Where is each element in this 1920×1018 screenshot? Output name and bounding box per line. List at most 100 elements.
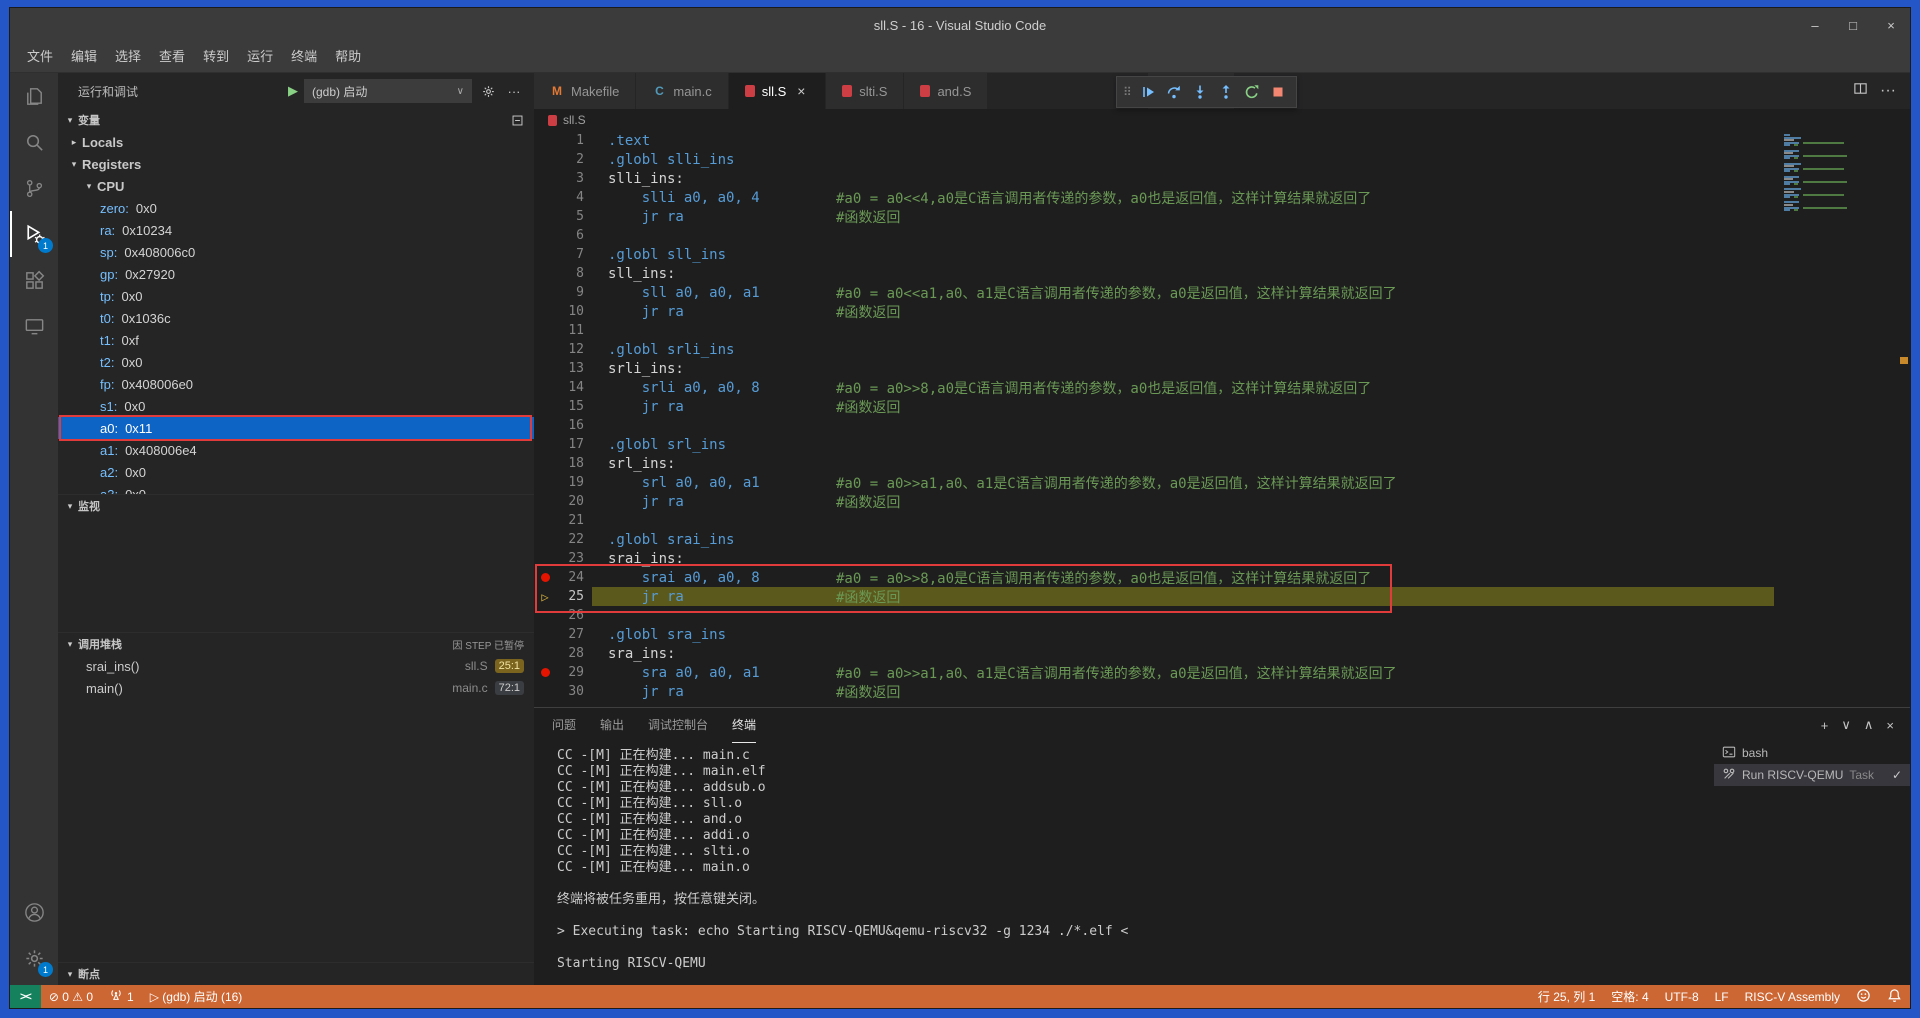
breakpoint-icon[interactable] <box>540 573 550 582</box>
debug-settings-gear-icon[interactable] <box>478 84 498 99</box>
code-line[interactable]: 24 srai a0, a0, 8 #a0 = a0>>8,a0是C语言调用者传递… <box>534 568 1910 587</box>
status-eol[interactable]: LF <box>1707 985 1737 1008</box>
code-line[interactable]: 23 srai_ins: <box>534 549 1910 568</box>
more-actions-icon[interactable]: ··· <box>1880 82 1896 100</box>
tree-item-cpu[interactable]: ▾ CPU <box>58 175 534 197</box>
code-line[interactable]: 17 .globl srl_ins <box>534 435 1910 454</box>
account-icon[interactable] <box>10 889 58 935</box>
gutter[interactable] <box>534 321 556 340</box>
code-line[interactable]: 2 .globl slli_ins <box>534 150 1910 169</box>
register-zero[interactable]: zero: 0x0 <box>58 197 534 219</box>
menu-item[interactable]: 帮助 <box>326 46 370 68</box>
breakpoint-icon[interactable] <box>540 668 550 677</box>
code-line[interactable]: ▷ 25 jr ra #函数返回 <box>534 587 1910 606</box>
code-line[interactable]: 29 sra a0, a0, a1 #a0 = a0>>a1,a0、a1是C语言调… <box>534 663 1910 682</box>
code-line[interactable]: 1 .text <box>534 131 1910 150</box>
gutter[interactable] <box>534 682 556 701</box>
tab-and.S[interactable]: and.S <box>904 73 989 109</box>
gutter[interactable] <box>534 188 556 207</box>
status-cursor-position[interactable]: 行 25, 列 1 <box>1530 985 1603 1008</box>
breadcrumb[interactable]: sll.S <box>534 109 1910 131</box>
more-actions-icon[interactable]: ··· <box>504 84 524 99</box>
gutter[interactable] <box>534 397 556 416</box>
register-a0[interactable]: a0: 0x11 <box>58 415 534 441</box>
code-line[interactable]: 20 jr ra #函数返回 <box>534 492 1910 511</box>
code-line[interactable]: 15 jr ra #函数返回 <box>534 397 1910 416</box>
section-breakpoints[interactable]: ▾ 断点 <box>58 962 534 985</box>
gutter[interactable] <box>534 435 556 454</box>
collapse-all-icon[interactable] <box>511 114 524 127</box>
split-editor-icon[interactable] <box>1853 81 1868 101</box>
status-problems[interactable]: ⊘ 0 ⚠ 0 <box>41 985 101 1008</box>
code-line[interactable]: 14 srli a0, a0, 8 #a0 = a0>>8,a0是C语言调用者传递… <box>534 378 1910 397</box>
status-encoding[interactable]: UTF-8 <box>1657 985 1707 1008</box>
register-a3[interactable]: a3: 0x0 <box>58 483 534 495</box>
panel-tab-终端[interactable]: 终端 <box>732 708 757 743</box>
section-call-stack[interactable]: ▾ 调用堆栈 因 STEP 已暂停 <box>58 632 534 655</box>
code-line[interactable]: 9 sll a0, a0, a1 #a0 = a0<<a1,a0、a1是C语言调用… <box>534 283 1910 302</box>
section-watch[interactable]: ▾ 监视 <box>58 494 534 517</box>
panel-tab-问题[interactable]: 问题 <box>552 708 576 743</box>
register-fp[interactable]: fp: 0x408006e0 <box>58 373 534 395</box>
code-line[interactable]: 11 <box>534 321 1910 340</box>
gutter[interactable] <box>534 378 556 397</box>
register-t2[interactable]: t2: 0x0 <box>58 351 534 373</box>
menu-item[interactable]: 选择 <box>106 46 150 68</box>
step-out-button[interactable] <box>1213 79 1239 105</box>
code-line[interactable]: 18 srl_ins: <box>534 454 1910 473</box>
extensions-icon[interactable] <box>10 257 58 303</box>
gutter[interactable] <box>534 302 556 321</box>
stack-frame[interactable]: srai_ins() sll.S 25:1 <box>58 655 534 677</box>
menu-item[interactable]: 运行 <box>238 46 282 68</box>
gutter[interactable] <box>534 663 556 682</box>
terminal-output[interactable]: CC -[M] 正在构建... main.c CC -[M] 正在构建... ma… <box>534 742 1714 985</box>
gutter[interactable] <box>534 245 556 264</box>
gutter[interactable]: ▷ <box>534 587 556 606</box>
menu-item[interactable]: 终端 <box>282 46 326 68</box>
gutter[interactable] <box>534 359 556 378</box>
minimize-icon[interactable]: – <box>1796 8 1834 42</box>
maximize-panel-icon[interactable]: ∧ <box>1864 717 1874 733</box>
code-line[interactable]: 13 srli_ins: <box>534 359 1910 378</box>
search-icon[interactable] <box>10 119 58 165</box>
menu-item[interactable]: 文件 <box>18 46 62 68</box>
close-icon[interactable]: × <box>793 83 809 99</box>
gutter[interactable] <box>534 131 556 150</box>
tab-slti.S[interactable]: slti.S <box>826 73 905 109</box>
close-panel-icon[interactable]: × <box>1886 718 1894 733</box>
register-a1[interactable]: a1: 0x408006e4 <box>58 439 534 461</box>
stack-frame[interactable]: main() main.c 72:1 <box>58 677 534 699</box>
menu-item[interactable]: 转到 <box>194 46 238 68</box>
gutter[interactable] <box>534 283 556 302</box>
gutter[interactable] <box>534 473 556 492</box>
status-ports[interactable]: 1 <box>101 985 142 1008</box>
source-control-icon[interactable] <box>10 165 58 211</box>
step-into-button[interactable] <box>1187 79 1213 105</box>
gutter[interactable] <box>534 416 556 435</box>
settings-icon[interactable]: 1 <box>10 935 58 981</box>
code-line[interactable]: 30 jr ra #函数返回 <box>534 682 1910 701</box>
status-debug-config[interactable]: ▷ (gdb) 启动 (16) <box>142 985 251 1008</box>
launch-config-select[interactable]: (gdb) 启动 ∨ <box>304 79 472 103</box>
gutter[interactable] <box>534 606 556 625</box>
gutter[interactable] <box>534 530 556 549</box>
register-tp[interactable]: tp: 0x0 <box>58 285 534 307</box>
continue-button[interactable] <box>1135 79 1161 105</box>
panel-tab-输出[interactable]: 输出 <box>600 708 624 743</box>
code-editor[interactable]: 1 .text 2 .globl slli_ins 3 slli_ins: 4 slli a… <box>534 131 1910 707</box>
tree-item-registers[interactable]: ▾ Registers <box>58 153 534 175</box>
gutter[interactable] <box>534 454 556 473</box>
panel-tab-调试控制台[interactable]: 调试控制台 <box>648 708 708 743</box>
status-feedback[interactable] <box>1848 985 1879 1008</box>
gutter[interactable] <box>534 340 556 359</box>
run-and-debug-icon[interactable]: 1 <box>10 211 58 257</box>
terminal-dropdown-icon[interactable]: ∨ <box>1841 717 1851 733</box>
register-ra[interactable]: ra: 0x10234 <box>58 219 534 241</box>
register-t0[interactable]: t0: 0x1036c <box>58 307 534 329</box>
remote-explorer-icon[interactable] <box>10 303 58 349</box>
maximize-icon[interactable]: □ <box>1834 8 1872 42</box>
status-notifications[interactable] <box>1879 985 1910 1008</box>
code-line[interactable]: 3 slli_ins: <box>534 169 1910 188</box>
register-gp[interactable]: gp: 0x27920 <box>58 263 534 285</box>
status-indentation[interactable]: 空格: 4 <box>1603 985 1656 1008</box>
